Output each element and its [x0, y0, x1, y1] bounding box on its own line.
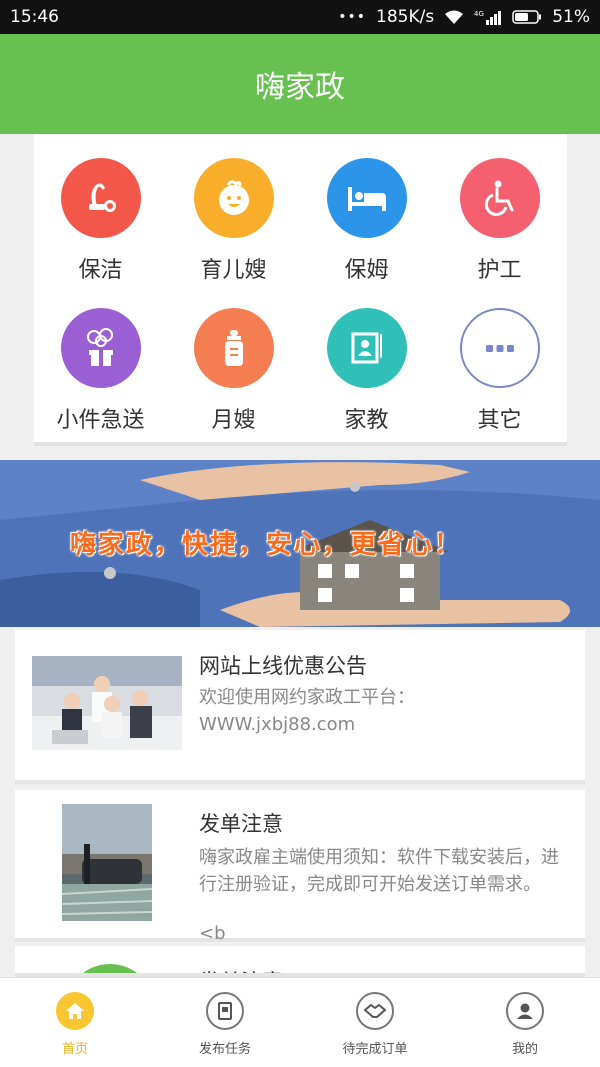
service-item-tutor[interactable]: 家教 [300, 284, 433, 434]
service-label: 护工 [477, 258, 522, 283]
battery-icon [512, 10, 542, 24]
user-icon [506, 992, 544, 1030]
news-card[interactable]: 发单注意 [15, 946, 585, 977]
tab-home[interactable]: 首页 [0, 978, 150, 1067]
service-grid: 保洁 育儿嫂 保姆 护工 小件急送 月嫂 家教 其它 [34, 134, 567, 446]
network-type: 4G [474, 10, 484, 18]
service-item-cleaning[interactable]: 保洁 [34, 134, 167, 284]
status-dots: ••• [338, 9, 367, 25]
tab-label: 我的 [511, 1042, 538, 1057]
news-thumbnail [62, 804, 152, 921]
news-card[interactable]: 网站上线优惠公告 欢迎使用网约家政工平台：WWW.jxbj88.com [15, 630, 585, 784]
home-icon [56, 992, 94, 1030]
status-time: 15:46 [10, 7, 59, 27]
service-item-express-delivery[interactable]: 小件急送 [34, 284, 167, 434]
banner-slogan: 嗨家政，快捷，安心，更省心！ [70, 530, 463, 560]
bottom-tab-bar: 首页 发布任务 待完成订单 我的 [0, 977, 600, 1067]
tab-pending-orders[interactable]: 待完成订单 [300, 978, 450, 1067]
wheelchair-icon [459, 158, 540, 238]
news-thumbnail [32, 656, 182, 750]
news-desc-overflow: <b [199, 925, 226, 942]
wifi-icon [444, 9, 464, 25]
bottle-icon [193, 308, 274, 388]
battery-percent: 51% [552, 7, 590, 27]
more-icon [459, 308, 540, 388]
promo-banner[interactable]: 嗨家政，快捷，安心，更省心！ [0, 460, 600, 627]
service-label: 育儿嫂 [200, 258, 267, 283]
service-item-caregiver[interactable]: 护工 [433, 134, 566, 284]
service-item-maternity-nurse[interactable]: 月嫂 [167, 284, 300, 434]
service-label: 小件急送 [56, 408, 145, 433]
baby-icon [193, 158, 274, 238]
teacher-board-icon [326, 308, 407, 388]
vacuum-icon [60, 158, 141, 238]
tab-publish-task[interactable]: 发布任务 [150, 978, 300, 1067]
app-screen: 15:46 ••• 185K/s 4G 51% 嗨家政 保洁 育儿嫂 保姆 护工… [0, 0, 600, 1067]
service-item-nanny-childcare[interactable]: 育儿嫂 [167, 134, 300, 284]
signal-icon: 4G [474, 9, 502, 25]
page-title: 嗨家政 [255, 70, 345, 105]
service-label: 家教 [344, 408, 389, 433]
news-desc: 欢迎使用网约家政工平台：WWW.jxbj88.com [199, 687, 415, 735]
news-title: 发单注意 [199, 812, 283, 836]
service-label: 月嫂 [211, 408, 256, 433]
handshake-icon [356, 992, 394, 1030]
news-desc: 嗨家政雇主端使用须知：软件下载安装后，进行注册验证，完成即可开始发送订单需求。 [199, 847, 559, 895]
service-item-other[interactable]: 其它 [433, 284, 566, 434]
app-header: 嗨家政 [0, 34, 600, 134]
status-bar: 15:46 ••• 185K/s 4G 51% [0, 0, 600, 34]
tab-label: 待完成订单 [342, 1042, 408, 1057]
service-item-housekeeper[interactable]: 保姆 [300, 134, 433, 284]
tab-mine[interactable]: 我的 [450, 978, 600, 1067]
bed-icon [326, 158, 407, 238]
service-label: 保洁 [78, 258, 123, 283]
tab-label: 首页 [61, 1042, 88, 1057]
service-label: 其它 [477, 408, 522, 433]
news-title: 网站上线优惠公告 [199, 654, 367, 678]
notebook-icon [206, 992, 244, 1030]
service-label: 保姆 [344, 258, 389, 283]
tab-label: 发布任务 [198, 1042, 251, 1057]
news-thumbnail [65, 964, 155, 973]
network-speed: 185K/s [376, 7, 435, 27]
news-card[interactable]: 发单注意 嗨家政雇主端使用须知：软件下载安装后，进行注册验证，完成即可开始发送订… [15, 790, 585, 942]
gift-icon [60, 308, 141, 388]
news-title: 发单注意 [199, 966, 283, 973]
